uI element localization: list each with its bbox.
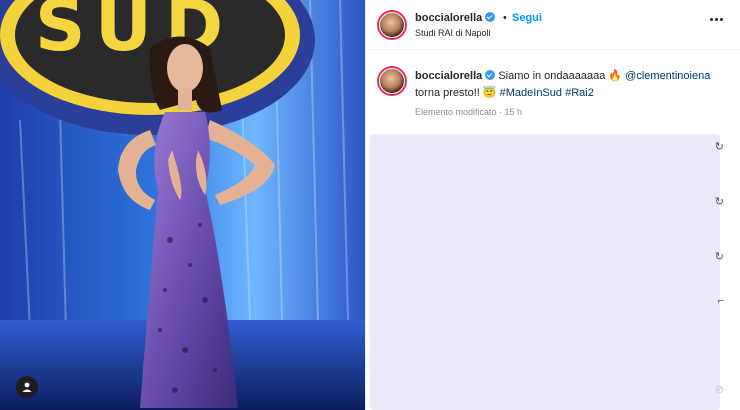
caption-avatar[interactable] xyxy=(377,66,407,96)
edited-timestamp: Elemento modificato · 15 h xyxy=(415,107,522,117)
user-tag-icon xyxy=(22,382,32,392)
edge-bracket-icon: ⌐ xyxy=(717,295,724,307)
time-ago[interactable]: 15 h xyxy=(505,107,523,117)
header-username[interactable]: boccialorella xyxy=(415,12,482,24)
edge-faint-icon: ⊘ xyxy=(714,384,724,396)
post-photo-illustration: S U D xyxy=(0,0,365,410)
post-caption: boccialorella Siamo in ondaaaaaaa 🔥 @cle… xyxy=(415,68,715,102)
avatar[interactable] xyxy=(377,10,407,40)
edge-refresh-icon: ↻ xyxy=(714,251,724,263)
instagram-post-view: S U D boccialorella • Segui Studi RAI di… xyxy=(0,0,740,410)
post-side-panel: boccialorella • Segui Studi RAI di Napol… xyxy=(365,0,740,410)
caption-username[interactable]: boccialorella xyxy=(415,70,482,82)
header-username-row: boccialorella xyxy=(415,12,496,24)
caption-mention[interactable]: @clementinoiena xyxy=(625,70,710,82)
svg-text:U: U xyxy=(95,0,152,67)
post-photo[interactable]: S U D xyxy=(0,0,365,410)
edited-label: Elemento modificato xyxy=(415,107,497,117)
more-options-icon[interactable] xyxy=(710,18,723,21)
location-link[interactable]: Studi RAI di Napoli xyxy=(415,28,491,38)
follow-button[interactable]: Segui xyxy=(512,12,542,24)
edge-refresh-icon: ↻ xyxy=(714,196,724,208)
caption-text-main: Siamo in ondaaaaaaa 🔥 xyxy=(498,70,626,82)
post-header: boccialorella • Segui Studi RAI di Napol… xyxy=(366,0,740,50)
hashtag-rai2[interactable]: #Rai2 xyxy=(565,87,594,99)
caption-avatar-image xyxy=(380,69,404,93)
avatar-image xyxy=(380,13,404,37)
time-separator: · xyxy=(496,107,505,117)
comments-overlay-panel xyxy=(370,134,720,410)
edge-refresh-icon: ↻ xyxy=(714,141,724,153)
header-separator: • xyxy=(503,12,507,24)
hashtag-madeinsud[interactable]: #MadeInSud xyxy=(500,87,562,99)
verified-badge-icon xyxy=(485,12,496,22)
user-tag-button[interactable] xyxy=(16,376,38,398)
caption-verified-badge-icon xyxy=(485,70,496,80)
svg-text:S: S xyxy=(35,0,85,67)
caption-text-after: torna presto!! 😇 xyxy=(415,87,500,99)
